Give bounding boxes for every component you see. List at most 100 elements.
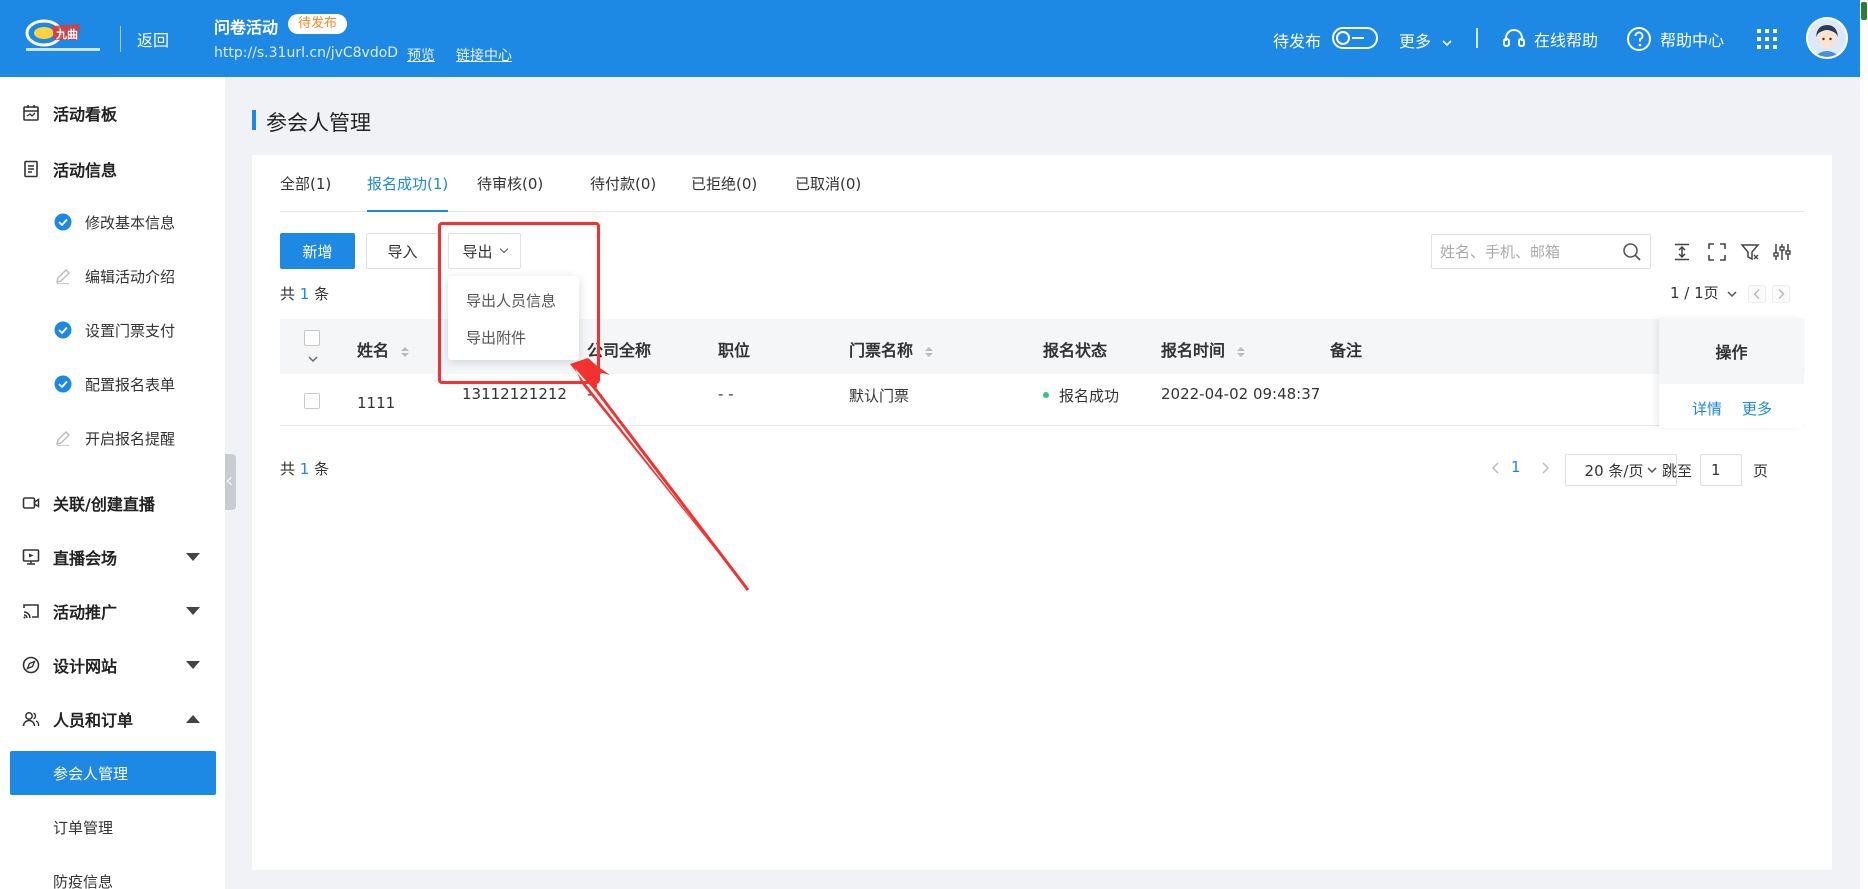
total-count-bottom: 共 1 条: [280, 458, 329, 479]
online-help-button[interactable]: 在线帮助: [1502, 24, 1598, 54]
select-all-checkbox[interactable]: [304, 330, 320, 346]
sidebar-item-label: 直播会场: [53, 549, 118, 568]
next-page-icon[interactable]: [1772, 285, 1790, 303]
chevron-down-icon: [186, 607, 200, 615]
cell-ticket: 默认门票: [849, 387, 910, 405]
page-indicator[interactable]: 1 / 1页: [1670, 282, 1737, 303]
publish-toggle[interactable]: [1332, 27, 1378, 49]
calendar-icon: [23, 105, 39, 121]
headset-icon: [1503, 29, 1525, 47]
column-header-company: 公司全称: [587, 341, 652, 360]
sidebar-item-live-link[interactable]: 关联/创建直播: [0, 482, 225, 524]
sidebar-item-promotion[interactable]: 活动推广: [0, 590, 225, 632]
table-row: 1111 13112121212 - - - - 默认门票 报名成功 2022-…: [280, 374, 1805, 426]
column-header-name[interactable]: 姓名: [357, 337, 409, 361]
sidebar-item-attendee-management[interactable]: 参会人管理: [10, 751, 216, 795]
density-icon[interactable]: [1672, 242, 1692, 262]
toggle-line: [1352, 37, 1364, 39]
preview-link[interactable]: 预览: [407, 45, 435, 65]
prev-page-icon[interactable]: [1748, 285, 1766, 303]
status-dot: [1043, 392, 1049, 398]
sidebar-item-live-venue[interactable]: 直播会场: [0, 536, 225, 578]
chevron-up-icon: [186, 715, 200, 723]
tab-all[interactable]: 全部(1): [280, 173, 331, 212]
search-input[interactable]: [1440, 241, 1615, 263]
add-button[interactable]: 新增: [280, 233, 355, 269]
export-button[interactable]: 导出: [448, 233, 521, 269]
sidebar-item-order-management[interactable]: 订单管理: [0, 807, 225, 847]
chevron-down-icon[interactable]: [307, 355, 319, 363]
sidebar-item-design-website[interactable]: 设计网站: [0, 644, 225, 686]
export-button-label: 导出: [462, 242, 493, 261]
sidebar-item-label: 设置门票支付: [85, 321, 176, 340]
column-header-position: 职位: [718, 341, 751, 360]
compass-icon: [22, 656, 40, 674]
back-button[interactable]: 返回: [137, 27, 169, 51]
online-help-label: 在线帮助: [1534, 31, 1599, 50]
filter-icon[interactable]: [1740, 242, 1760, 262]
sidebar-collapse-handle[interactable]: [225, 454, 236, 510]
sidebar-item-people-orders[interactable]: 人员和订单: [0, 698, 225, 740]
page-size-value: 20 条/页: [1584, 461, 1644, 480]
search-icon[interactable]: [1622, 242, 1642, 262]
sidebar-item-label: 开启报名提醒: [85, 429, 176, 448]
tab-pending-review[interactable]: 待审核(0): [477, 173, 543, 212]
scrollbar-thumb[interactable]: [1861, 2, 1867, 20]
link-center-link[interactable]: 链接中心: [456, 45, 512, 65]
column-settings-icon[interactable]: [1772, 242, 1792, 262]
sidebar-item-label: 编辑活动介绍: [85, 267, 176, 286]
jump-page-input[interactable]: [1700, 454, 1742, 486]
sort-icon: [400, 346, 409, 357]
sidebar-item-activity-info[interactable]: 活动信息: [0, 148, 225, 190]
sidebar-item-ticket-payment[interactable]: 设置门票支付: [0, 310, 225, 350]
sidebar-item-edit-intro[interactable]: 编辑活动介绍: [0, 256, 225, 296]
tab-cancelled[interactable]: 已取消(0): [795, 173, 861, 212]
status-badge: 待发布: [288, 14, 348, 34]
more-menu[interactable]: 更多: [1399, 28, 1452, 52]
column-header-label: 姓名: [357, 341, 390, 360]
status-text: 报名成功: [1059, 387, 1120, 405]
chevron-down-icon: [1442, 40, 1452, 47]
search-box: [1431, 234, 1651, 269]
next-page-icon[interactable]: [1537, 460, 1553, 476]
tab-pending-payment[interactable]: 待付款(0): [590, 173, 656, 212]
column-header-ticket[interactable]: 门票名称: [849, 337, 933, 361]
page-number-current[interactable]: 1: [1511, 458, 1521, 476]
sidebar-item-label: 订单管理: [53, 818, 114, 837]
help-center-label: 帮助中心: [1660, 31, 1725, 50]
count-number: 1: [299, 285, 310, 303]
export-attendee-info-item[interactable]: 导出人员信息: [466, 290, 556, 311]
sidebar-item-dashboard[interactable]: 活动看板: [0, 92, 225, 134]
prev-page-icon[interactable]: [1488, 460, 1504, 476]
header-divider: [1476, 28, 1478, 48]
tab-rejected[interactable]: 已拒绝(0): [691, 173, 757, 212]
row-more-link[interactable]: 更多: [1742, 398, 1772, 419]
publish-toggle-label: 待发布: [1273, 32, 1322, 51]
user-avatar[interactable]: [1806, 17, 1848, 59]
cell-name: 1111: [357, 394, 396, 412]
detail-link[interactable]: 详情: [1692, 398, 1722, 419]
document-icon: [24, 160, 38, 178]
import-button[interactable]: 导入: [366, 233, 439, 269]
sidebar-item-epidemic-info[interactable]: 防疫信息: [0, 861, 225, 889]
cast-icon: [23, 604, 39, 619]
content-card: 全部(1) 报名成功(1) 待审核(0) 待付款(0) 已拒绝(0) 已取消(0…: [252, 155, 1832, 870]
row-checkbox[interactable]: [304, 393, 320, 409]
activity-title: 问卷活动: [214, 18, 279, 37]
fullscreen-icon[interactable]: [1707, 242, 1727, 262]
jump-label: 跳至: [1662, 462, 1693, 480]
sidebar: 活动看板 活动信息 修改基本信息 编辑活动介绍 设置门票支付 配置报名表单 开启…: [0, 77, 225, 889]
export-attachments-item[interactable]: 导出附件: [466, 327, 526, 348]
sidebar-item-edit-basic-info[interactable]: 修改基本信息: [0, 202, 225, 242]
column-header-time[interactable]: 报名时间: [1161, 337, 1245, 361]
tab-registered[interactable]: 报名成功(1): [367, 173, 449, 212]
apps-grid-icon[interactable]: [1756, 28, 1778, 50]
sidebar-item-label: 活动看板: [53, 105, 118, 124]
vertical-scrollbar[interactable]: [1860, 0, 1868, 889]
sort-icon: [924, 346, 933, 357]
status-tabs: 全部(1) 报名成功(1) 待审核(0) 待付款(0) 已拒绝(0) 已取消(0…: [280, 173, 1804, 212]
page-size-select[interactable]: 20 条/页: [1565, 454, 1677, 486]
sidebar-item-registration-reminder[interactable]: 开启报名提醒: [0, 418, 225, 458]
help-center-button[interactable]: 帮助中心: [1626, 24, 1724, 54]
sidebar-item-registration-form[interactable]: 配置报名表单: [0, 364, 225, 404]
